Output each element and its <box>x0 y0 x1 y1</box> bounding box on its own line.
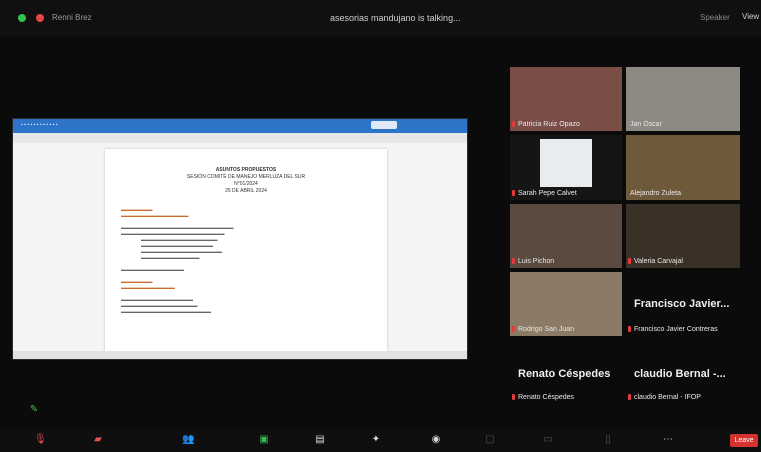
participant-tile[interactable]: Luis Pichon <box>510 204 622 268</box>
muted-mic-icon <box>512 258 515 264</box>
participant-tile[interactable]: Alejandro Zuleta <box>626 135 740 200</box>
participant-picture <box>540 139 592 187</box>
doc-body-line: ▬▬▬▬▬▬▬▬▬▬▬▬▬▬▬ <box>121 213 189 218</box>
annotate-pencil-icon[interactable]: ✎ <box>28 404 40 416</box>
muted-mic-icon <box>512 190 515 196</box>
mute-mic-icon[interactable]: 🎙 <box>34 434 47 446</box>
participant-name: Renato Céspedes <box>518 394 575 401</box>
doc-heading-3: N°01/2024 <box>234 181 258 187</box>
document-status-bar <box>13 351 467 359</box>
notes-icon[interactable]: ▭ <box>542 434 554 446</box>
chat-icon[interactable]: ▤ <box>314 434 326 446</box>
participant-name: Valeria Carvajal <box>634 258 683 265</box>
participant-name: Patricia Ruiz Opazo <box>518 121 580 128</box>
muted-mic-icon <box>628 258 631 264</box>
doc-body-line: ▬▬▬▬▬▬▬▬▬▬▬▬▬▬▬▬▬▬▬▬▬▬▬ <box>121 231 225 236</box>
doc-body-line: ▬▬▬▬▬▬▬▬▬▬▬▬▬▬▬▬▬ <box>141 237 218 242</box>
participant-name: Luis Pichon <box>518 258 555 265</box>
doc-body-line: ▬▬▬▬▬▬▬ <box>121 279 153 284</box>
doc-heading-1: ASUNTOS PROPUESTOS <box>215 167 277 173</box>
participant-name: Sarah Pepe Calvet <box>518 190 577 197</box>
doc-body-line: ▬▬▬▬▬▬▬ <box>121 207 153 212</box>
muted-mic-icon <box>628 394 631 400</box>
participant-tile[interactable]: Sarah Pepe Calvet <box>510 135 622 200</box>
topbar-user-name: Renni Brez <box>52 13 92 22</box>
participant-tile[interactable]: Jan Oscar <box>626 67 740 131</box>
doc-body-line: ▬▬▬▬▬▬▬▬▬▬▬▬▬ <box>141 255 200 260</box>
screen-share-window: ▪ ▪ ▪ ▪ ▪ ▪ ▪ ▪ ▪ ▪ ▪ ▪ ASUNTOS PROPUEST… <box>12 118 468 360</box>
doc-body-line: ▬▬▬▬▬▬▬▬▬▬▬▬▬▬▬▬▬▬▬▬ <box>121 309 211 314</box>
doc-body-line: ▬▬▬▬▬▬▬▬▬▬▬▬▬▬▬▬▬▬▬▬▬▬▬▬▬ <box>121 225 234 230</box>
ribbon-search-box[interactable] <box>371 121 397 129</box>
meeting-controls-bar: 🎙 ▰ 👥 ▣ ▤ ✦ ◉ ▢ ▭ ▯ ⋯ Leave <box>0 428 761 452</box>
participant-tile[interactable]: Valeria Carvajal <box>626 204 740 268</box>
participant-name: Rodrigo San Juan <box>518 326 575 333</box>
doc-body-line: ▬▬▬▬▬▬▬▬▬▬▬▬ <box>121 285 175 290</box>
apps-icon[interactable]: ◉ <box>430 434 442 446</box>
participant-tile[interactable]: Rodrigo San Juan <box>510 272 622 336</box>
participant-name: Alejandro Zuleta <box>630 190 681 197</box>
record-icon[interactable]: ▯ <box>602 434 614 446</box>
participant-name: Jan Oscar <box>630 121 662 128</box>
participant-name: Francisco Javier Contreras <box>634 326 718 333</box>
doc-heading-2: SESIÓN COMITÉ DE MANEJO MERLUZA DEL SUR <box>186 174 306 180</box>
participant-display-name: Renato Céspedes <box>518 368 611 380</box>
view-button[interactable]: View <box>742 12 759 21</box>
window-title-bar: Renni Brez asesorias mandujano is talkin… <box>0 0 761 36</box>
doc-body-line: ▬▬▬▬▬▬▬▬▬▬▬▬▬▬▬▬▬▬ <box>141 249 222 254</box>
leave-button[interactable]: Leave <box>730 434 758 447</box>
muted-mic-icon <box>628 326 631 332</box>
reactions-icon[interactable]: ✦ <box>370 434 382 446</box>
participant-tile[interactable]: Renato Céspedes Renato Céspedes <box>510 340 622 404</box>
meeting-title: asesorias mandujano is talking... <box>330 13 461 23</box>
muted-mic-icon <box>512 121 515 127</box>
doc-body-line: ▬▬▬▬▬▬▬▬▬▬▬▬▬▬▬▬ <box>141 243 213 248</box>
document-ribbon: ▪ ▪ ▪ ▪ ▪ ▪ ▪ ▪ ▪ ▪ ▪ ▪ <box>13 119 467 133</box>
participant-tile[interactable]: Francisco Javier... Francisco Javier Con… <box>626 272 740 336</box>
stop-video-icon[interactable]: ▰ <box>92 434 104 446</box>
participant-tile[interactable]: claudio Bernal -... claudio Bernal - IFO… <box>626 340 740 404</box>
more-icon[interactable]: ⋯ <box>662 434 674 446</box>
doc-body-line: ▬▬▬▬▬▬▬▬▬▬▬▬▬▬ <box>121 267 184 272</box>
participant-name: claudio Bernal - IFOP <box>634 394 701 401</box>
participant-display-name: claudio Bernal -... <box>634 368 726 380</box>
status-green-dot <box>18 14 26 22</box>
speaker-view-button[interactable]: Speaker <box>700 13 730 22</box>
doc-body-line: ▬▬▬▬▬▬▬▬▬▬▬▬▬▬▬▬▬ <box>121 303 198 308</box>
document-toolbar <box>13 133 467 143</box>
participant-tile[interactable]: Patricia Ruiz Opazo <box>510 67 622 131</box>
whiteboard-icon[interactable]: ▢ <box>484 434 496 446</box>
participants-icon[interactable]: 👥 <box>182 434 194 446</box>
share-screen-icon[interactable]: ▣ <box>258 434 270 446</box>
muted-mic-icon <box>512 394 515 400</box>
participant-display-name: Francisco Javier... <box>634 298 730 310</box>
doc-heading-4: 25 DE ABRIL 2024 <box>225 188 267 194</box>
status-red-dot <box>36 14 44 22</box>
doc-body-line: ▬▬▬▬▬▬▬▬▬▬▬▬▬▬▬▬ <box>121 297 193 302</box>
document-page: ASUNTOS PROPUESTOS SESIÓN COMITÉ DE MANE… <box>105 149 387 354</box>
muted-mic-icon <box>512 326 515 332</box>
ribbon-tabs[interactable]: ▪ ▪ ▪ ▪ ▪ ▪ ▪ ▪ ▪ ▪ ▪ ▪ <box>21 122 58 128</box>
